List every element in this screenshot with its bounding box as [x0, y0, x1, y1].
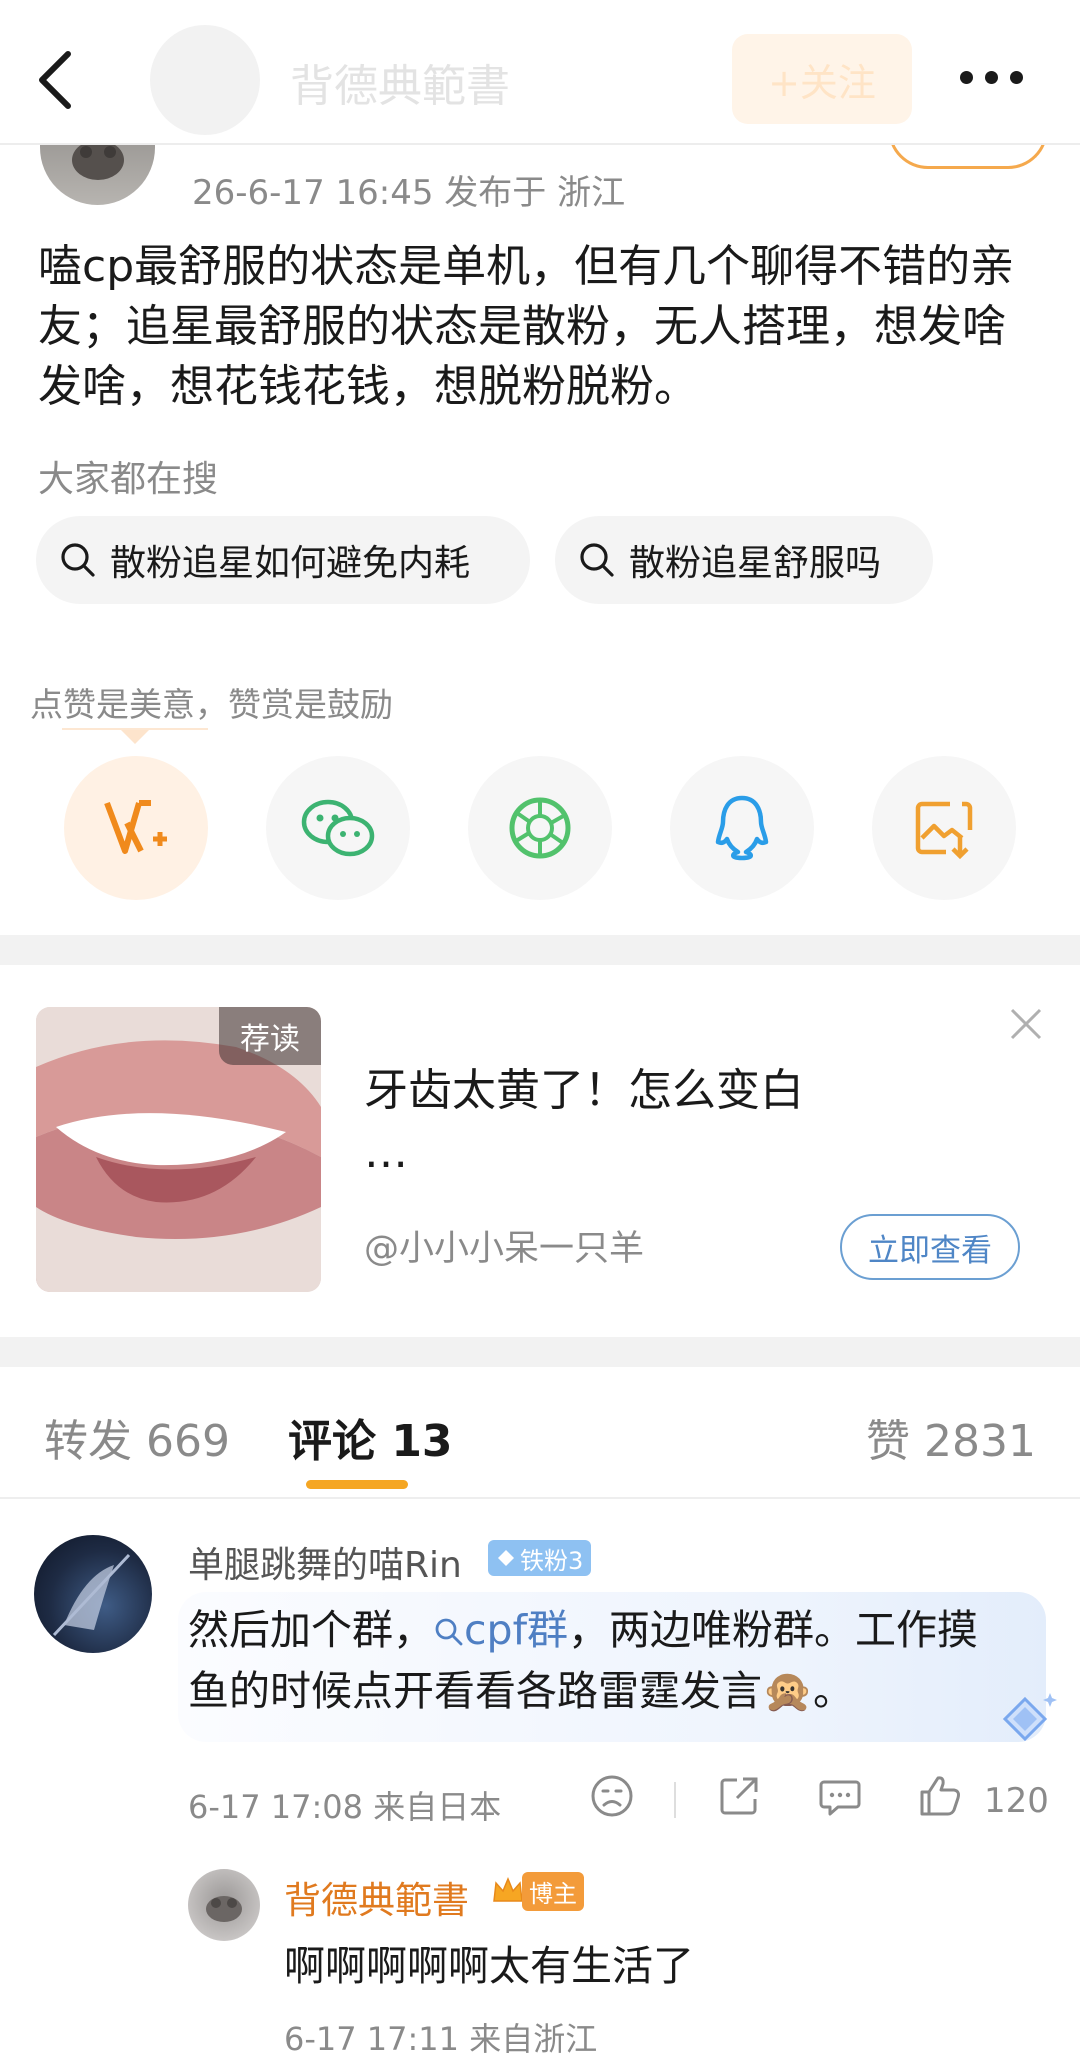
active-tab-indicator [306, 1480, 408, 1489]
search-chip-label: 散粉追星舒服吗 [629, 543, 882, 584]
comment-meta: 6-17 17:08 来自日本 [188, 1788, 502, 1826]
follow-button[interactable]: +关注 [732, 34, 912, 124]
top-bar: 背德典範書 +关注 [0, 0, 1080, 145]
moments-icon [509, 797, 571, 859]
commenter-name[interactable]: 单腿跳舞的喵Rin [188, 1536, 462, 1588]
save-image-button[interactable] [872, 756, 1016, 900]
topbar-username[interactable]: 背德典範書 [290, 50, 510, 114]
search-icon [61, 543, 95, 577]
fan-badge-label: 铁粉3 [520, 1546, 584, 1575]
search-icon [435, 1618, 463, 1646]
search-chip-label: 散粉追星如何避免内耗 [110, 543, 471, 584]
share-comment-button[interactable] [715, 1772, 763, 1820]
interaction-tabs: 转发 669 评论 13 赞 2831 [0, 1367, 1080, 1499]
share-icon [720, 1777, 758, 1815]
dislike-button[interactable] [588, 1772, 636, 1820]
share-qq-button[interactable] [670, 756, 814, 900]
search-chip[interactable]: 散粉追星舒服吗 [555, 516, 933, 604]
recommend-badge: 荐读 [219, 1007, 321, 1065]
fan-level-badge: 铁粉3 [488, 1540, 592, 1576]
dot-icon [960, 70, 973, 84]
dot-icon [985, 70, 998, 84]
thumbs-up-icon [920, 1776, 960, 1816]
wechat-icon [301, 799, 375, 857]
crown-icon [493, 1877, 523, 1902]
reward-button[interactable] [64, 756, 208, 900]
close-recommend-button[interactable] [1006, 1004, 1046, 1044]
post-body: 嗑cp最舒服的状态是单机，但有几个聊得不错的亲友；追星最舒服的状态是散粉，无人搭… [38, 241, 1015, 412]
reply-avatar[interactable] [188, 1869, 260, 1941]
topbar-avatar[interactable] [150, 25, 260, 135]
tab-likes[interactable]: 赞 2831 [866, 1405, 1036, 1469]
like-button[interactable] [916, 1772, 964, 1820]
reply-meta: 6-17 17:11 来自浙江 [284, 2020, 598, 2058]
avatar-image [52, 1553, 131, 1637]
blogger-badge: 博主 [490, 1871, 584, 1911]
reply-button[interactable] [816, 1772, 864, 1820]
recommend-title[interactable]: 牙齿太黄了！怎么变白 … [364, 1060, 844, 1184]
comment-text: 然后加个群， cpf群，两边唯粉群。工作摸鱼的时候点开看看各路雷霆发言🙊。 [188, 1600, 1008, 1722]
reward-tip: 点赞是美意，赞赏是鼓励 [30, 685, 393, 724]
tab-reposts[interactable]: 转发 669 [44, 1405, 230, 1469]
avatar-image [206, 1896, 242, 1922]
tab-comments[interactable]: 评论 13 [288, 1405, 453, 1469]
recommend-author[interactable]: @小小小呆一只羊 [364, 1220, 644, 1271]
section-divider [0, 1337, 1080, 1367]
trending-search-label: 大家都在搜 [38, 459, 219, 500]
comment-icon [819, 1780, 861, 1816]
reply-username[interactable]: 背德典範書 [284, 1870, 469, 1924]
group-link[interactable]: cpf群 [434, 1606, 568, 1654]
recommend-thumbnail[interactable]: 荐读 [36, 1007, 321, 1292]
blogger-badge-label: 博主 [522, 1871, 584, 1911]
group-link-label: cpf群 [464, 1606, 569, 1654]
reply-text: 啊啊啊啊啊太有生活了 [284, 1942, 694, 1990]
save-image-icon [915, 801, 973, 860]
close-icon [1010, 1008, 1042, 1040]
section-divider [0, 935, 1080, 965]
search-chip[interactable]: 散粉追星如何避免内耗 [36, 516, 530, 604]
diamond-decoration [990, 1685, 1060, 1755]
search-icon [580, 543, 614, 577]
diamond-icon [498, 1550, 514, 1566]
view-now-button[interactable]: 立即查看 [840, 1214, 1020, 1280]
comment-like-count: 120 [984, 1781, 1049, 1821]
comment-text-part: 然后加个群， [188, 1606, 434, 1654]
share-wechat-button[interactable] [266, 756, 410, 900]
post-meta: 26-6-17 16:45 发布于 浙江 [192, 173, 626, 213]
back-button[interactable] [30, 40, 90, 120]
dot-icon [1010, 70, 1023, 84]
action-divider [674, 1782, 676, 1818]
qq-icon [715, 795, 769, 861]
chevron-left-icon [39, 51, 71, 109]
v-plus-icon [104, 800, 167, 854]
commenter-avatar[interactable] [34, 1535, 152, 1653]
reward-pointer [121, 730, 149, 744]
more-options-button[interactable] [960, 55, 1034, 99]
frown-icon [591, 1775, 633, 1817]
share-moments-button[interactable] [468, 756, 612, 900]
sparkle-diamond-icon [1002, 1693, 1057, 1742]
